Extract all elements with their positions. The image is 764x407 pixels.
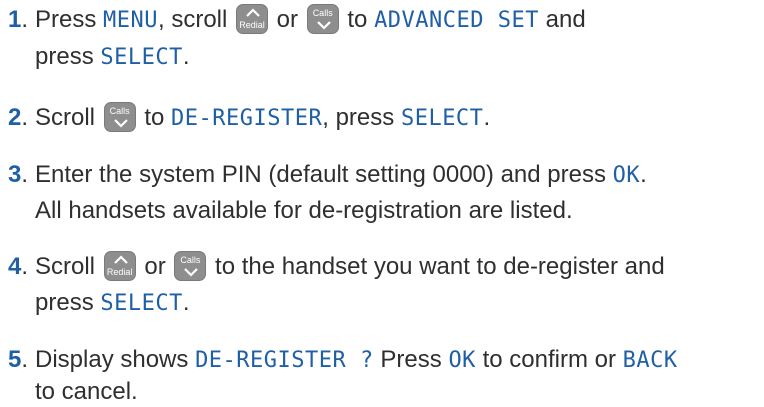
select-keyword: SELECT [100, 45, 183, 70]
step-number: 1. [8, 6, 29, 33]
de-register-keyword: DE-REGISTER [171, 106, 323, 131]
step-number: 5. [8, 346, 29, 373]
calls-down-key-icon: Calls [174, 251, 207, 282]
instruction-steps: 1. Press MENU, scroll Redial or Calls to… [0, 0, 764, 407]
de-register-prompt-keyword: DE-REGISTER ? [195, 348, 374, 373]
redial-up-key-icon: Redial [236, 4, 269, 35]
step-number: 2. [8, 104, 29, 131]
select-keyword: SELECT [400, 106, 484, 131]
step-text-continued: press SELECT. [35, 43, 190, 70]
select-keyword: SELECT [100, 291, 183, 316]
step-number: 4. [8, 253, 29, 280]
menu-keyword: MENU [103, 8, 158, 33]
step-text-continued: All handsets available for de-registrati… [35, 197, 573, 224]
calls-down-key-icon: Calls [103, 102, 136, 133]
step-number: 3. [8, 161, 29, 188]
step-text-continued: to cancel. [35, 378, 138, 405]
step-text-continued: press SELECT. [35, 289, 190, 316]
ok-keyword: OK [612, 163, 641, 188]
advanced-set-keyword: ADVANCED SET [374, 8, 540, 33]
back-keyword: BACK [622, 348, 678, 373]
step-text: Scroll Calls to DE-REGISTER, press SELEC… [35, 102, 491, 133]
step-text: Display shows DE-REGISTER ? Press OK to … [35, 346, 678, 373]
step-text: Enter the system PIN (default setting 00… [35, 161, 647, 188]
calls-down-key-icon: Calls [306, 4, 339, 35]
ok-keyword: OK [448, 348, 476, 373]
redial-up-key-icon: Redial [103, 251, 136, 282]
step-text: Scroll Redial or Calls to the handset yo… [35, 251, 665, 282]
step-text: Press MENU, scroll Redial or Calls to AD… [35, 4, 586, 35]
